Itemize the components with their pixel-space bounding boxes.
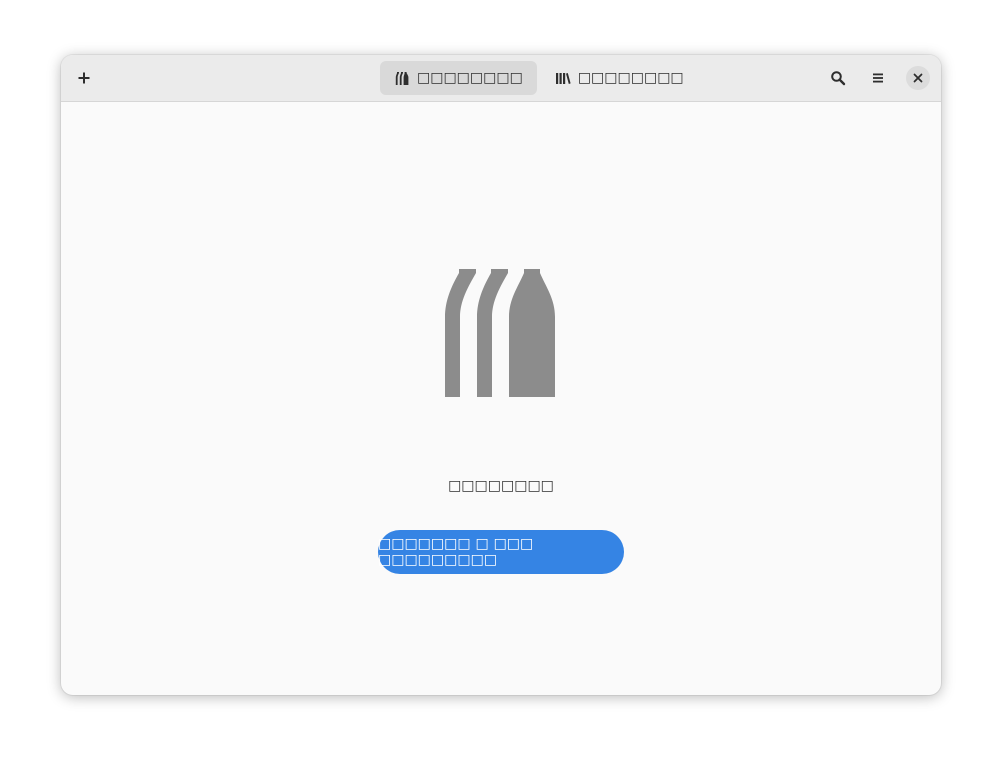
hamburger-menu-icon [873, 73, 883, 83]
main-window: □□□□□□□□ □□□□□□□□ □□□□□□□□ □□□□□□□ □ □□□… [61, 55, 941, 695]
empty-state-title: □□□□□□□□ [448, 478, 554, 494]
search-button[interactable] [822, 62, 854, 94]
header-bar: □□□□□□□□ □□□□□□□□ [61, 55, 941, 102]
plus-icon [78, 72, 90, 84]
tab-library[interactable]: □□□□□□□□ [541, 61, 698, 95]
empty-state-page: □□□□□□□□ □□□□□□□ □ □□□ □□□□□□□□□ [61, 102, 941, 695]
search-icon [831, 71, 846, 86]
create-bottle-button[interactable]: □□□□□□□ □ □□□ □□□□□□□□□ [378, 530, 624, 574]
add-bottle-button[interactable] [68, 62, 100, 94]
view-switcher: □□□□□□□□ □□□□□□□□ [380, 61, 698, 95]
main-menu-button[interactable] [862, 62, 894, 94]
tab-bottles[interactable]: □□□□□□□□ [380, 61, 537, 95]
tab-library-label: □□□□□□□□ [577, 70, 684, 86]
library-icon [555, 73, 571, 84]
close-icon [913, 73, 923, 83]
bottles-icon [445, 269, 555, 397]
close-button[interactable] [906, 66, 930, 90]
tab-bottles-label: □□□□□□□□ [417, 70, 523, 86]
bottles-icon [395, 72, 409, 85]
